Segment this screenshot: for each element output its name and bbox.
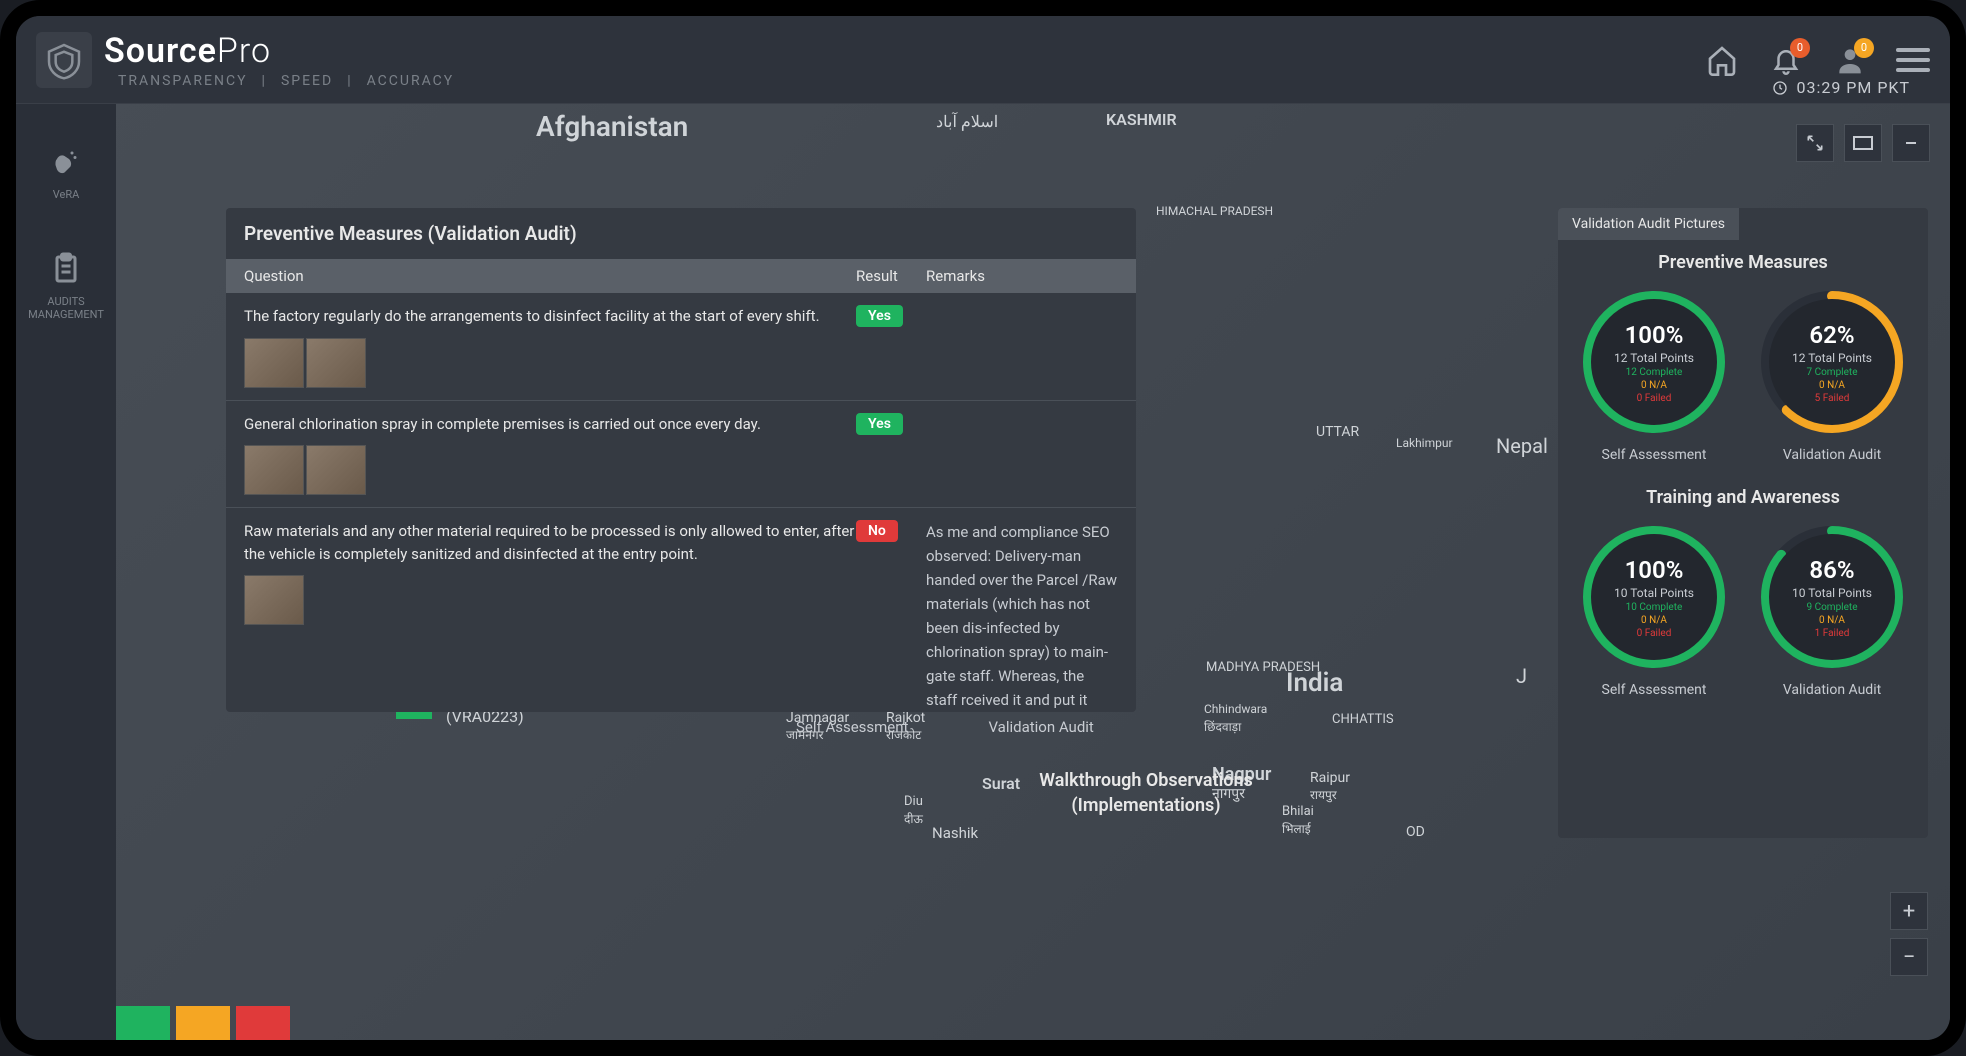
section-title: Training and Awareness [1570, 487, 1916, 508]
logo-icon [36, 32, 92, 88]
dash-section: Preventive Measures 100% 12 Total Points 12… [1558, 240, 1928, 475]
thumbnail[interactable] [244, 575, 304, 625]
map-area[interactable]: Afghanistanاسلام آبادKASHMIRHIMACHAL PRA… [116, 104, 1950, 1040]
gauge-percent: 86% [1809, 556, 1854, 584]
gauge: 86% 10 Total Points 9 Complete 0 N/A 1 Faile… [1757, 522, 1907, 698]
thumbnail[interactable] [244, 338, 304, 388]
modal-body[interactable]: The factory regularly do the arrangement… [226, 293, 1136, 712]
sidebar: VeRA AUDITS MANAGEMENT [16, 104, 116, 1040]
gauge: 62% 12 Total Points 7 Complete 0 N/A 5 Faile… [1757, 287, 1907, 463]
gauge-label: Self Assessment [1602, 447, 1707, 463]
gauge-percent: 100% [1625, 556, 1684, 584]
fullscreen-icon[interactable] [1796, 124, 1834, 162]
gauge-failed: 5 Failed [1815, 393, 1850, 404]
legend-swatch [176, 1006, 230, 1040]
dashboard-tab[interactable]: Validation Audit Pictures [1558, 208, 1739, 240]
gauge-na: 0 N/A [1819, 615, 1845, 626]
gauge-complete: 9 Complete [1806, 602, 1857, 613]
sidebar-item-audits[interactable]: AUDITS MANAGEMENT [16, 251, 116, 321]
clipboard-icon [48, 251, 84, 287]
dash-section: Training and Awareness 100% 10 Total Point… [1558, 475, 1928, 710]
gauge-label: Validation Audit [1783, 447, 1881, 463]
user-icon[interactable]: 0 [1832, 42, 1868, 78]
zoom-in-button[interactable]: + [1890, 892, 1928, 930]
remarks-text [916, 413, 1118, 496]
gauge-label: Self Assessment [1602, 682, 1707, 698]
logo: SourcePro TRANSPARENCY|SPEED|ACCURACY [36, 31, 468, 89]
brand-name: SourcePro [104, 31, 468, 71]
app-header: SourcePro TRANSPARENCY|SPEED|ACCURACY 0 … [16, 16, 1950, 104]
minimize-icon[interactable] [1892, 124, 1930, 162]
status-legend [116, 1006, 290, 1040]
walkthrough-title: Walkthrough Observations (Implementation… [946, 768, 1346, 818]
hands-icon [48, 144, 84, 180]
question-row: The factory regularly do the arrangement… [226, 293, 1136, 401]
question-row: General chlorination spray in complete p… [226, 401, 1136, 509]
sidebar-item-label: VeRA [53, 188, 80, 201]
notification-badge: 0 [1790, 38, 1810, 58]
result-cell: Yes [856, 305, 916, 388]
gauge-failed: 1 Failed [1815, 628, 1850, 639]
gauge: 100% 10 Total Points 10 Complete 0 N/A 0 Fai… [1579, 522, 1729, 698]
zoom-out-button[interactable]: − [1890, 938, 1928, 976]
gauge-total: 12 Total Points [1614, 351, 1694, 365]
clock-icon [1772, 80, 1788, 96]
question-text: Raw materials and any other material req… [244, 520, 856, 712]
question-row: Raw materials and any other material req… [226, 508, 1136, 712]
thumbnail[interactable] [244, 445, 304, 495]
gauge-failed: 0 Failed [1637, 393, 1672, 404]
tagline: TRANSPARENCY|SPEED|ACCURACY [104, 73, 468, 89]
col-remarks: Remarks [916, 259, 1136, 293]
remarks-text [916, 305, 1118, 388]
question-text: General chlorination spray in complete p… [244, 413, 856, 496]
measures-modal: ✕ Preventive Measures (Validation Audit)… [226, 208, 1136, 712]
sidebar-item-vera[interactable]: VeRA [42, 144, 90, 201]
result-cell: No [856, 520, 916, 712]
gauge-percent: 100% [1625, 321, 1684, 349]
question-text: The factory regularly do the arrangement… [244, 305, 856, 388]
gauge-complete: 7 Complete [1806, 367, 1857, 378]
gauge-labels-mid: Self Assessment Validation Audit [796, 718, 1094, 736]
gauge-total: 12 Total Points [1792, 351, 1872, 365]
thumbnail[interactable] [306, 445, 366, 495]
user-badge: 0 [1854, 38, 1874, 58]
result-cell: Yes [856, 413, 916, 496]
result-pill: Yes [856, 413, 903, 435]
home-icon[interactable] [1704, 42, 1740, 78]
gauge: 100% 12 Total Points 12 Complete 0 N/A 0 Fai… [1579, 287, 1729, 463]
legend-swatch [116, 1006, 170, 1040]
window-icon[interactable] [1844, 124, 1882, 162]
gauge-complete: 10 Complete [1626, 602, 1683, 613]
clock: 03:29 PM PKT [1772, 78, 1910, 97]
dashboard-panel[interactable]: Validation Audit Pictures Preventive Mea… [1558, 208, 1928, 838]
gauge-failed: 0 Failed [1637, 628, 1672, 639]
gauge-percent: 62% [1809, 321, 1854, 349]
gauge-total: 10 Total Points [1792, 586, 1872, 600]
menu-icon[interactable] [1896, 48, 1930, 72]
col-result: Result [856, 259, 916, 293]
col-question: Question [226, 259, 856, 293]
gauge-na: 0 N/A [1641, 615, 1667, 626]
bell-icon[interactable]: 0 [1768, 42, 1804, 78]
result-pill: No [856, 520, 898, 542]
thumbnail[interactable] [306, 338, 366, 388]
remarks-text: As me and compliance SEO observed: Deliv… [916, 520, 1118, 712]
gauge-total: 10 Total Points [1614, 586, 1694, 600]
sidebar-item-label: AUDITS MANAGEMENT [22, 295, 110, 321]
gauge-na: 0 N/A [1819, 380, 1845, 391]
modal-title: Preventive Measures (Validation Audit) [226, 208, 1136, 259]
result-pill: Yes [856, 305, 903, 327]
section-title: Preventive Measures [1570, 252, 1916, 273]
gauge-complete: 12 Complete [1626, 367, 1683, 378]
modal-header-row: Question Result Remarks [226, 259, 1136, 293]
legend-swatch [236, 1006, 290, 1040]
gauge-na: 0 N/A [1641, 380, 1667, 391]
gauge-label: Validation Audit [1783, 682, 1881, 698]
